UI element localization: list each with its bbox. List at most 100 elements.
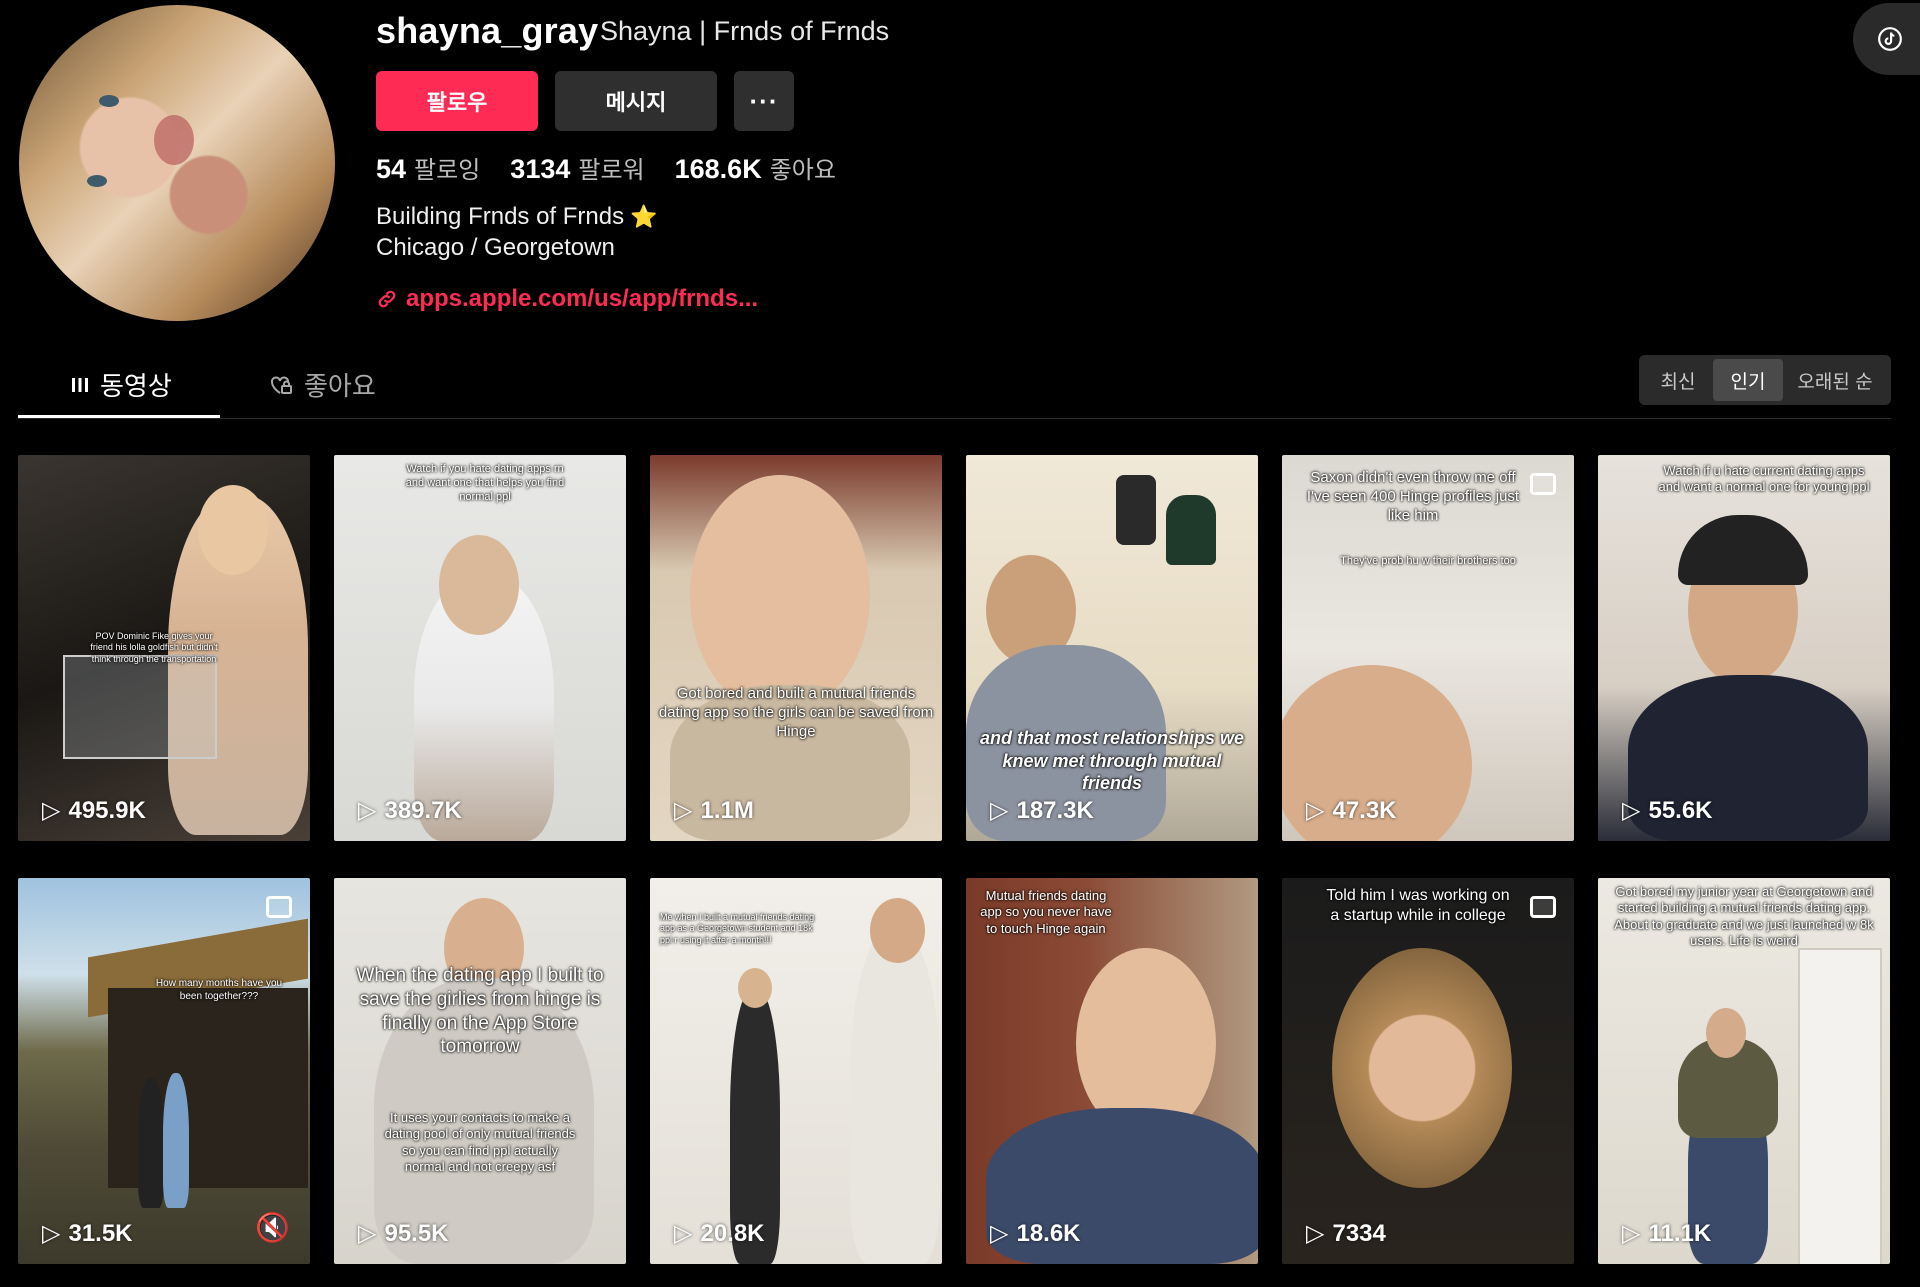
play-icon: ▷ (358, 1220, 377, 1247)
active-tab-indicator (18, 415, 220, 418)
view-count: ▷ 55.6K (1622, 796, 1713, 825)
video-caption-secondary: They've prob hu w their brothers too (1340, 555, 1516, 567)
video-caption: Told him I was working on a startup whil… (1326, 887, 1510, 924)
tab-likes-label: 좋아요 (304, 371, 376, 401)
video-card[interactable]: Watch if u hate current dating apps and … (1598, 455, 1890, 841)
profile-link-text: apps.apple.com/us/app/frnds... (406, 285, 759, 312)
profile-tabs: 동영상 좋아요 (18, 352, 1891, 419)
tiktok-icon (1878, 27, 1902, 51)
video-card[interactable]: Got bored my junior year at Georgetown a… (1598, 878, 1890, 1264)
video-card[interactable]: Told him I was working on a startup whil… (1282, 878, 1574, 1264)
message-button[interactable]: 메시지 (555, 71, 717, 131)
photo-carousel-icon (266, 896, 292, 918)
view-count: ▷ 11.1K (1622, 1219, 1711, 1248)
likes-label: 좋아요 (769, 157, 836, 184)
video-card[interactable]: Watch if you hate dating apps rn and wan… (334, 455, 626, 841)
following-stat[interactable]: 54 팔로잉 (376, 150, 480, 185)
tiktok-corner-button[interactable] (1853, 3, 1920, 75)
bio-line-1: Building Frnds of Frnds ⭐ (376, 203, 658, 231)
following-count: 54 (376, 154, 407, 184)
video-card[interactable]: and that most relationships we knew met … (966, 455, 1258, 841)
sort-popular[interactable]: 인기 (1713, 359, 1783, 401)
view-count: ▷ 31.5K (42, 1219, 133, 1248)
play-icon: ▷ (674, 797, 693, 824)
view-count-value: 7334 (1332, 1219, 1386, 1247)
view-count-value: 389.7K (384, 796, 462, 824)
video-card[interactable]: POV Dominic Fike gives your friend his l… (18, 455, 310, 841)
view-count: ▷ 1.1M (674, 796, 754, 825)
video-caption: POV Dominic Fike gives your friend his l… (90, 631, 218, 664)
profile-link[interactable]: apps.apple.com/us/app/frnds... (376, 285, 758, 313)
video-caption: Got bored and built a mutual friends dat… (658, 685, 934, 740)
view-count: ▷ 20.8K (674, 1219, 765, 1248)
video-card[interactable]: Me when I built a mutual friends dating … (650, 878, 942, 1264)
bio-line-2: Chicago / Georgetown (376, 234, 615, 261)
bio-text-1: Building Frnds of Frnds (376, 203, 625, 230)
video-caption: and that most relationships we knew met … (979, 728, 1245, 793)
video-card[interactable]: Saxon didn't even throw me off I've seen… (1282, 455, 1574, 841)
play-icon: ▷ (42, 1220, 61, 1247)
followers-count: 3134 (510, 154, 571, 184)
link-icon (378, 290, 396, 308)
view-count: ▷ 95.5K (358, 1219, 449, 1248)
muted-icon[interactable]: 🔇 (255, 1211, 290, 1244)
username: shayna_gray (376, 10, 599, 51)
tab-videos[interactable]: 동영상 (70, 366, 172, 403)
view-count: ▷ 47.3K (1306, 796, 1397, 825)
video-caption: Saxon didn't even throw me off I've seen… (1306, 469, 1520, 524)
star-icon: ⭐ (630, 204, 658, 229)
view-count-value: 11.1K (1648, 1219, 1712, 1247)
play-icon: ▷ (358, 797, 377, 824)
profile-avatar (19, 5, 335, 321)
tab-videos-label: 동영상 (100, 371, 172, 401)
sort-oldest[interactable]: 오래된 순 (1783, 359, 1887, 401)
play-icon: ▷ (990, 1220, 1009, 1247)
play-icon: ▷ (1306, 797, 1325, 824)
following-label: 팔로잉 (414, 157, 481, 184)
sort-latest[interactable]: 최신 (1643, 359, 1713, 401)
video-caption: Watch if u hate current dating apps and … (1658, 463, 1870, 495)
view-count-value: 495.9K (68, 796, 146, 824)
play-icon: ▷ (1622, 1220, 1641, 1247)
view-count-value: 95.5K (384, 1219, 449, 1247)
video-card[interactable]: Got bored and built a mutual friends dat… (650, 455, 942, 841)
view-count-value: 18.6K (1016, 1219, 1081, 1247)
followers-stat[interactable]: 3134 팔로워 (510, 150, 644, 185)
video-caption: Got bored my junior year at Georgetown a… (1614, 884, 1874, 948)
video-card[interactable]: How many months have you been together??… (18, 878, 310, 1264)
view-count-value: 31.5K (68, 1219, 133, 1247)
video-caption: How many months have you been together??… (155, 978, 283, 1002)
play-icon: ▷ (1622, 797, 1641, 824)
video-caption: Mutual friends dating app so you never h… (980, 888, 1112, 936)
profile-stats: 54 팔로잉 3134 팔로워 168.6K 좋아요 (376, 150, 836, 185)
photo-carousel-icon (1530, 896, 1556, 918)
play-icon: ▷ (1306, 1220, 1325, 1247)
view-count: ▷ 18.6K (990, 1219, 1081, 1248)
view-count-value: 47.3K (1332, 796, 1397, 824)
more-options-button[interactable]: ··· (734, 71, 794, 131)
followers-label: 팔로워 (578, 157, 645, 184)
view-count: ▷ 187.3K (990, 796, 1094, 825)
video-card[interactable]: Mutual friends dating app so you never h… (966, 878, 1258, 1264)
view-count: ▷ 389.7K (358, 796, 462, 825)
view-count-value: 187.3K (1016, 796, 1094, 824)
view-count: ▷ 7334 (1306, 1219, 1386, 1248)
play-icon: ▷ (990, 797, 1009, 824)
tab-likes[interactable]: 좋아요 (268, 366, 376, 403)
video-caption: When the dating app I built to save the … (356, 965, 604, 1058)
video-card[interactable]: When the dating app I built to save the … (334, 878, 626, 1264)
video-caption: Me when I built a mutual friends dating … (660, 912, 815, 945)
follow-button[interactable]: 팔로우 (376, 71, 538, 131)
view-count-value: 55.6K (1648, 796, 1713, 824)
grid-icon (72, 377, 88, 392)
heart-lock-icon (271, 376, 292, 394)
sort-toggle: 최신 인기 오래된 순 (1639, 355, 1891, 405)
view-count-value: 1.1M (700, 796, 754, 824)
view-count: ▷ 495.9K (42, 796, 146, 825)
likes-stat: 168.6K 좋아요 (675, 150, 836, 185)
display-name: Shayna | Frnds of Frnds (600, 16, 890, 46)
video-caption: Watch if you hate dating apps rn and wan… (405, 463, 565, 503)
photo-carousel-icon (1530, 473, 1556, 495)
likes-count: 168.6K (674, 154, 762, 184)
play-icon: ▷ (674, 1220, 693, 1247)
